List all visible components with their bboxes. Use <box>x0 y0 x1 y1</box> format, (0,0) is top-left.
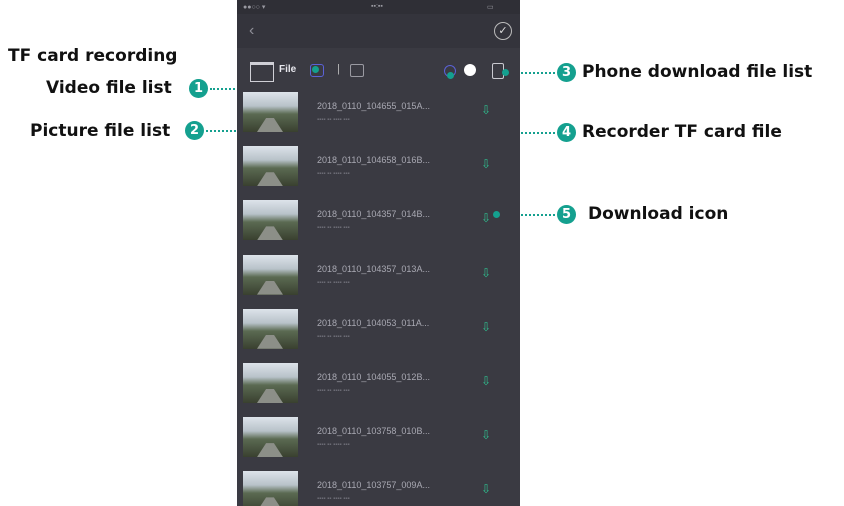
video-thumbnail <box>243 417 298 458</box>
file-name: 2018_0110_104655_015A... <box>317 101 430 111</box>
video-thumbnail <box>243 254 298 295</box>
download-icon[interactable]: ⇩ <box>480 104 492 116</box>
download-icon[interactable]: ⇩ <box>480 158 492 170</box>
nav-bar: ‹ ✓ <box>237 14 520 48</box>
list-item[interactable]: 2018_0110_104658_016B... ▪▪▪▪ ▪▪ ▪▪▪▪ ▪▪… <box>237 142 520 196</box>
chevron-left-icon[interactable]: ‹ <box>249 22 254 40</box>
list-item[interactable]: 2018_0110_103758_010B... ▪▪▪▪ ▪▪ ▪▪▪▪ ▪▪… <box>237 413 520 467</box>
list-item[interactable]: 2018_0110_104357_013A... ▪▪▪▪ ▪▪ ▪▪▪▪ ▪▪… <box>237 251 520 305</box>
file-list: 2018_0110_104655_015A... ▪▪▪▪ ▪▪ ▪▪▪▪ ▪▪… <box>237 88 520 506</box>
list-item[interactable]: 2018_0110_104655_015A... ▪▪▪▪ ▪▪ ▪▪▪▪ ▪▪… <box>237 88 520 142</box>
download-icon[interactable]: ⇩ <box>480 212 492 224</box>
badge-5: 5 <box>557 205 576 224</box>
tab-separator: | <box>337 63 340 75</box>
callout-dot-3 <box>502 69 509 76</box>
check-circle-icon[interactable]: ✓ <box>494 22 512 40</box>
callout-dot-1 <box>312 66 319 73</box>
file-meta: ▪▪▪▪ ▪▪ ▪▪▪▪ ▪▪▪ <box>317 333 350 340</box>
download-icon[interactable]: ⇩ <box>480 321 492 333</box>
picture-file-list-label: Picture file list <box>30 121 171 141</box>
file-name: 2018_0110_103757_009A... <box>317 480 430 491</box>
list-item[interactable]: 2018_0110_104357_014B... ▪▪▪▪ ▪▪ ▪▪▪▪ ▪▪… <box>237 196 520 250</box>
video-file-list-label: Video file list <box>46 78 172 98</box>
badge-2: 2 <box>185 121 204 140</box>
file-meta: ▪▪▪▪ ▪▪ ▪▪▪▪ ▪▪▪ <box>317 496 350 503</box>
file-toolbar: File | <box>237 58 520 86</box>
recorder-tf-card-file-label: Recorder TF card file <box>582 122 782 142</box>
video-thumbnail <box>243 308 298 349</box>
list-item[interactable]: 2018_0110_104053_011A... ▪▪▪▪ ▪▪ ▪▪▪▪ ▪▪… <box>237 305 520 359</box>
picture-file-list-tab[interactable] <box>350 64 364 77</box>
list-item[interactable]: 2018_0110_104055_012B... ▪▪▪▪ ▪▪ ▪▪▪▪ ▪▪… <box>237 359 520 413</box>
source-toggle[interactable] <box>464 64 476 76</box>
status-bar: ●●○○ ▾ ▪▪:▪▪ ▭ <box>237 0 520 14</box>
file-meta: ▪▪▪▪ ▪▪ ▪▪▪▪ ▪▪▪ <box>317 225 350 232</box>
video-thumbnail <box>243 92 298 132</box>
file-name: 2018_0110_104053_011A... <box>317 317 430 328</box>
battery-icon: ▭ <box>487 4 494 11</box>
download-icon[interactable]: ⇩ <box>480 267 492 279</box>
file-meta: ▪▪▪▪ ▪▪ ▪▪▪▪ ▪▪▪ <box>317 117 350 123</box>
download-icon-label: Download icon <box>588 204 729 224</box>
phone-download-file-list-label: Phone download file list <box>582 62 813 82</box>
file-name: 2018_0110_104658_016B... <box>317 155 430 166</box>
callout-dot-5 <box>493 211 500 218</box>
file-name: 2018_0110_104357_014B... <box>317 209 430 220</box>
video-thumbnail <box>243 362 298 403</box>
file-name: 2018_0110_103758_010B... <box>317 426 430 437</box>
download-icon[interactable]: ⇩ <box>480 429 492 441</box>
file-name: 2018_0110_104357_013A... <box>317 263 430 274</box>
download-icon[interactable]: ⇩ <box>480 483 492 495</box>
badge-1: 1 <box>189 79 208 98</box>
tf-card-recording-label: TF card recording <box>8 46 178 66</box>
file-meta: ▪▪▪▪ ▪▪ ▪▪▪▪ ▪▪▪ <box>317 442 350 449</box>
video-thumbnail <box>243 200 298 241</box>
file-meta: ▪▪▪▪ ▪▪ ▪▪▪▪ ▪▪▪ <box>317 279 350 286</box>
file-name: 2018_0110_104055_012B... <box>317 371 430 382</box>
video-thumbnail <box>243 146 298 187</box>
file-meta: ▪▪▪▪ ▪▪ ▪▪▪▪ ▪▪▪ <box>317 387 350 394</box>
list-item[interactable]: 2018_0110_103757_009A... ▪▪▪▪ ▪▪ ▪▪▪▪ ▪▪… <box>237 467 520 506</box>
badge-3: 3 <box>557 63 576 82</box>
callout-dot-4 <box>447 72 454 79</box>
carrier-indicator: ●●○○ ▾ <box>243 4 266 11</box>
folder-icon <box>250 62 274 82</box>
download-icon[interactable]: ⇩ <box>480 375 492 387</box>
video-thumbnail <box>243 471 298 506</box>
badge-4: 4 <box>557 123 576 142</box>
file-label: File <box>279 64 297 75</box>
phone-screen: ●●○○ ▾ ▪▪:▪▪ ▭ ‹ ✓ File | 2018_0110_1046… <box>237 0 520 506</box>
file-meta: ▪▪▪▪ ▪▪ ▪▪▪▪ ▪▪▪ <box>317 171 350 178</box>
clock: ▪▪:▪▪ <box>371 3 383 10</box>
